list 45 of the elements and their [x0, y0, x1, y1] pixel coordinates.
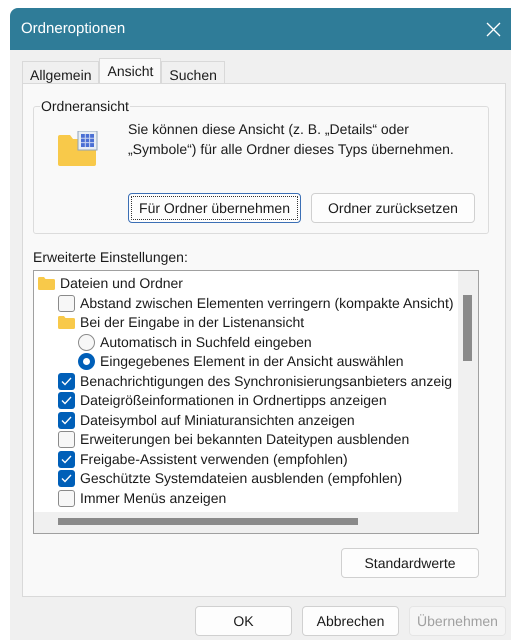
checkbox[interactable]	[58, 490, 75, 507]
horizontal-scrollbar-thumb[interactable]	[58, 518, 358, 525]
checkbox[interactable]	[58, 412, 75, 429]
radio-button[interactable]	[78, 334, 95, 351]
setting-label: Benachrichtigungen des Synchronisierungsanbieters anzeig	[80, 372, 452, 391]
checkbox[interactable]	[58, 372, 75, 390]
checkbox[interactable]	[58, 450, 75, 468]
radio-button[interactable]	[78, 353, 95, 370]
tab[interactable]: Suchen	[161, 61, 225, 83]
setting-label: Erweiterungen bei bekannten Dateitypen ausblenden	[80, 430, 410, 450]
checkmark-icon	[61, 416, 72, 425]
setting-label: Bei der Eingabe in der Listenansicht	[80, 313, 304, 332]
checkbox[interactable]	[58, 392, 75, 410]
group-title: Ordneransicht	[40, 97, 130, 116]
checkmark-icon	[61, 454, 72, 464]
checkmark-icon	[61, 474, 72, 484]
tab[interactable]: Allgemein	[22, 61, 100, 83]
tab[interactable]: Ansicht	[99, 58, 162, 83]
checkbox[interactable]	[58, 470, 75, 488]
dialog-button[interactable]: OK	[195, 606, 292, 636]
dialog-button[interactable]: Abbrechen	[302, 606, 399, 636]
section-label: Erweiterte Einstellungen:	[33, 248, 189, 266]
description-text: Sie können diese Ansicht (z. B. „Details“ oder „Symbole“) für alle Ordner dieses Typs übernehmen.	[128, 120, 455, 159]
vertical-scrollbar-thumb[interactable]	[463, 295, 472, 361]
defaults-button[interactable]: Standardwerte	[341, 548, 479, 578]
setting-label: Automatisch in Suchfeld eingeben	[100, 332, 312, 352]
setting-label: Abstand zwischen Elementen verringern (kompakte Ansicht)	[80, 294, 454, 313]
folder-view-button[interactable]: Ordner zurücksetzen	[311, 193, 475, 223]
window-title: Ordneroptionen	[21, 18, 126, 39]
setting-label: Immer Menüs anzeigen	[80, 488, 226, 508]
setting-label: Dateisymbol auf Miniaturansichten anzeigen	[80, 410, 355, 430]
folder-icon	[38, 277, 55, 290]
setting-label: Dateien und Ordner	[60, 274, 183, 294]
checkbox[interactable]	[58, 431, 75, 448]
setting-label: Dateigrößeinformationen in Ordnertipps anzeigen	[80, 391, 387, 410]
folder-view-button[interactable]: Für Ordner übernehmen	[128, 193, 301, 223]
close-icon[interactable]	[486, 22, 501, 36]
checkbox[interactable]	[58, 294, 75, 312]
setting-label: Eingegebenes Element in der Ansicht auswählen	[100, 352, 404, 372]
folder-icon	[58, 316, 75, 330]
setting-label: Freigabe-Assistent verwenden (empfohlen)	[80, 450, 348, 469]
folder-view-icon	[58, 131, 98, 167]
setting-label: Geschützte Systemdateien ausblenden (empfohlen)	[80, 469, 402, 488]
checkmark-icon	[61, 396, 72, 406]
checkmark-icon	[61, 376, 72, 386]
